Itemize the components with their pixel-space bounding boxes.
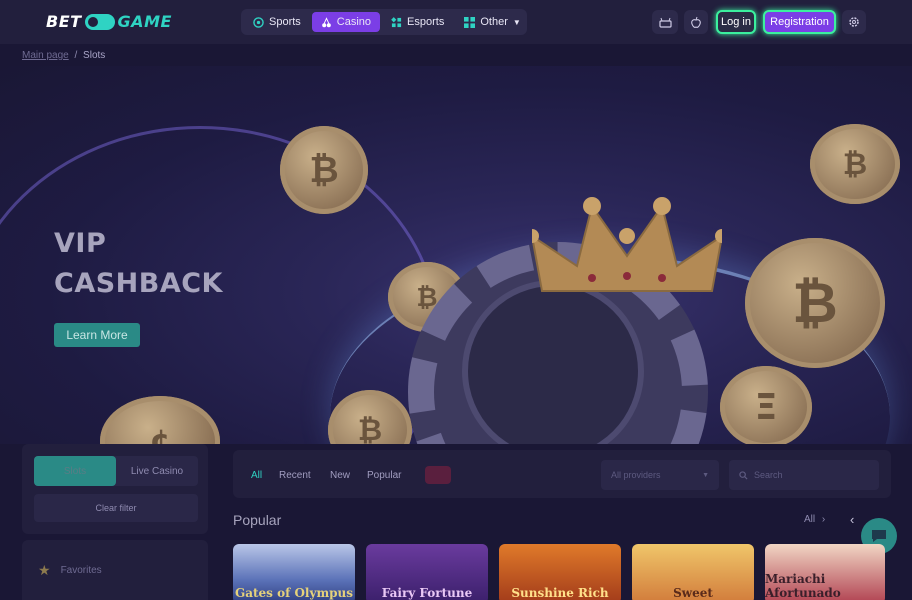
- game-card[interactable]: Sunshine Rich: [499, 544, 621, 600]
- hero-title-line2: CASHBACK: [54, 268, 223, 299]
- nav-sports-label: Sports: [269, 16, 301, 28]
- catalog-section: Slots Live Casino Clear filter ★ Favorit…: [0, 444, 912, 600]
- game-card-title: Fairy Fortune: [381, 586, 473, 600]
- carousel-prev-button[interactable]: ‹: [850, 512, 854, 527]
- search-placeholder: Search: [754, 470, 783, 480]
- logo-text-bet: BET: [46, 12, 82, 31]
- filter-tab-new[interactable]: New: [330, 470, 350, 481]
- game-card-title: Sweet: [673, 586, 713, 600]
- providers-select[interactable]: All providers ▼: [601, 460, 719, 490]
- chevron-right-icon: ›: [821, 514, 826, 525]
- tab-live-casino[interactable]: Live Casino: [116, 456, 198, 486]
- nav-other[interactable]: Other ▼: [455, 12, 529, 32]
- logo-on-toggle-icon: [84, 13, 115, 30]
- breadcrumb: Main page / Slots: [22, 50, 105, 61]
- sidebar-item-favorites[interactable]: ★ Favorites: [38, 562, 102, 579]
- search-icon: [739, 470, 748, 480]
- breadcrumb-current: Slots: [83, 50, 106, 61]
- gamepad-icon: [391, 16, 402, 27]
- category-list: ★ Favorites: [22, 540, 208, 600]
- bitcoin-coin-icon: ₿: [810, 124, 900, 204]
- bitcoin-coin-icon: ₿: [745, 238, 885, 368]
- view-all-label: All: [804, 514, 816, 525]
- main-nav: Sports Casino Esports Other ▼: [241, 9, 527, 35]
- game-card-title: Mariachi Afortunado: [765, 572, 841, 600]
- top-header: BET GAME Sports Casino Esports Other ▼ L…: [0, 0, 912, 44]
- learn-more-button[interactable]: Learn More: [54, 323, 140, 347]
- ios-app-button[interactable]: [684, 10, 708, 34]
- casino-chip-center: [468, 286, 638, 444]
- game-card[interactable]: Gates of Olympus: [233, 544, 355, 600]
- nav-esports[interactable]: Esports: [382, 12, 453, 32]
- gear-icon: [849, 17, 859, 27]
- category-switch: Slots Live Casino: [34, 456, 198, 486]
- login-button[interactable]: Log in: [716, 10, 756, 34]
- ethereum-coin-icon: Ξ: [720, 366, 812, 444]
- game-card[interactable]: Sweet: [632, 544, 754, 600]
- apple-icon: [691, 16, 701, 28]
- android-icon: [658, 17, 672, 28]
- nav-casino[interactable]: Casino: [311, 12, 381, 32]
- sidebar-item-label: Favorites: [60, 565, 102, 576]
- settings-button[interactable]: [842, 10, 866, 34]
- cherries-icon: [321, 16, 331, 27]
- crown-icon: [532, 197, 722, 292]
- breadcrumb-separator: /: [74, 50, 78, 61]
- nav-casino-label: Casino: [336, 16, 372, 28]
- game-card[interactable]: Mariachi Afortunado: [765, 544, 885, 600]
- breadcrumb-home-link[interactable]: Main page: [22, 50, 69, 61]
- soccer-ball-icon: [253, 16, 264, 28]
- hero-banner: ₿ ₿ ₿ ₿ Ξ ¢ ₿ VIP CASHBACK Learn More: [0, 66, 912, 444]
- nav-sports[interactable]: Sports: [244, 12, 310, 32]
- chevron-down-icon: ▼: [512, 17, 521, 27]
- providers-select-value: All providers: [611, 470, 661, 480]
- game-card-title: Gates of Olympus: [234, 586, 354, 600]
- game-card-title: Sunshine Rich: [511, 586, 609, 600]
- chat-bubble-icon: [872, 530, 886, 542]
- filter-bar: All Recent New Popular All providers ▼ S…: [233, 450, 891, 498]
- promo-badge-icon[interactable]: [425, 466, 451, 484]
- filter-tab-all[interactable]: All: [251, 470, 262, 481]
- registration-button[interactable]: Registration: [763, 10, 836, 34]
- chevron-down-icon: ▼: [702, 471, 709, 479]
- grid-icon: [464, 16, 476, 28]
- search-input[interactable]: Search: [729, 460, 879, 490]
- game-card[interactable]: Fairy Fortune: [366, 544, 488, 600]
- section-title: Popular: [233, 512, 282, 528]
- logo-text-game: GAME: [117, 12, 172, 31]
- category-panel: Slots Live Casino Clear filter: [22, 444, 208, 534]
- hero-title-line1: VIP: [54, 228, 107, 259]
- brand-logo[interactable]: BET GAME: [46, 12, 172, 31]
- star-icon: ★: [38, 562, 51, 578]
- clear-filter-button[interactable]: Clear filter: [34, 494, 198, 522]
- filter-tab-popular[interactable]: Popular: [367, 470, 401, 481]
- bitcoin-coin-icon: ₿: [280, 126, 368, 214]
- view-all-link[interactable]: All ›: [804, 514, 825, 525]
- nav-other-label: Other: [480, 16, 508, 28]
- filter-tab-recent[interactable]: Recent: [279, 470, 311, 481]
- nav-esports-label: Esports: [407, 16, 445, 28]
- hero-title: VIP CASHBACK: [54, 224, 223, 304]
- tab-slots[interactable]: Slots: [34, 456, 116, 486]
- android-app-button[interactable]: [652, 10, 678, 34]
